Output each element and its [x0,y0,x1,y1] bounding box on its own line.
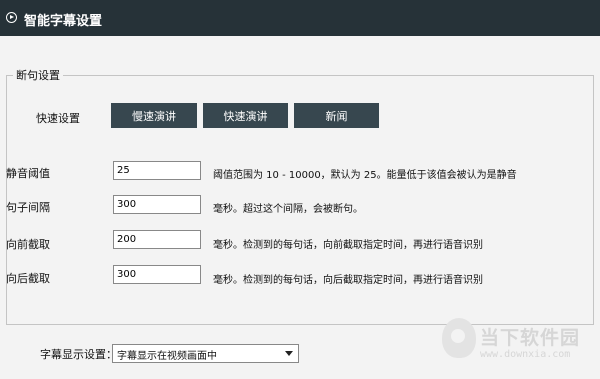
silence-threshold-input[interactable] [113,161,201,180]
forward-capture-desc: 毫秒。检测到的每句话，向前截取指定时间，再进行语音识别 [213,240,483,251]
quick-settings-label: 快速设置 [36,112,80,125]
backward-capture-input[interactable] [113,265,201,284]
watermark-url: www.downxia.com [480,349,571,360]
window-title: 智能字幕设置 [24,14,103,29]
backward-capture-desc: 毫秒。检测到的每句话，向后截取指定时间，再进行语音识别 [213,275,483,286]
watermark-title: 当下软件园 [480,327,581,349]
silence-threshold-label: 静音阈值 [6,167,50,180]
fast-speech-button[interactable]: 快速演讲 [203,103,288,128]
sentence-interval-input[interactable] [113,195,201,214]
sentence-interval-label: 句子间隔 [6,201,50,214]
subtitle-display-select[interactable]: 字幕显示在视频画面中 [112,344,299,363]
news-button[interactable]: 新闻 [294,103,379,128]
forward-capture-input[interactable] [113,230,201,249]
forward-capture-label: 向前截取 [6,238,50,251]
slow-speech-button[interactable]: 慢速演讲 [111,103,197,128]
title-bar: 智能字幕设置 [0,0,600,36]
dropdown-arrow-icon[interactable] [285,351,293,356]
watermark-logo-icon [442,318,476,358]
sentence-interval-desc: 毫秒。超过这个间隔，会被断句。 [213,204,363,215]
subtitle-display-value: 字幕显示在视频画面中 [117,351,217,362]
backward-capture-label: 向后截取 [6,272,50,285]
silence-threshold-desc: 阈值范围为 10 - 10000，默认为 25。能量低于该值会被认为是静音 [213,170,517,181]
play-circle-icon [6,12,17,23]
group-legend: 断句设置 [13,67,63,83]
subtitle-display-label: 字幕显示设置： [40,348,117,361]
